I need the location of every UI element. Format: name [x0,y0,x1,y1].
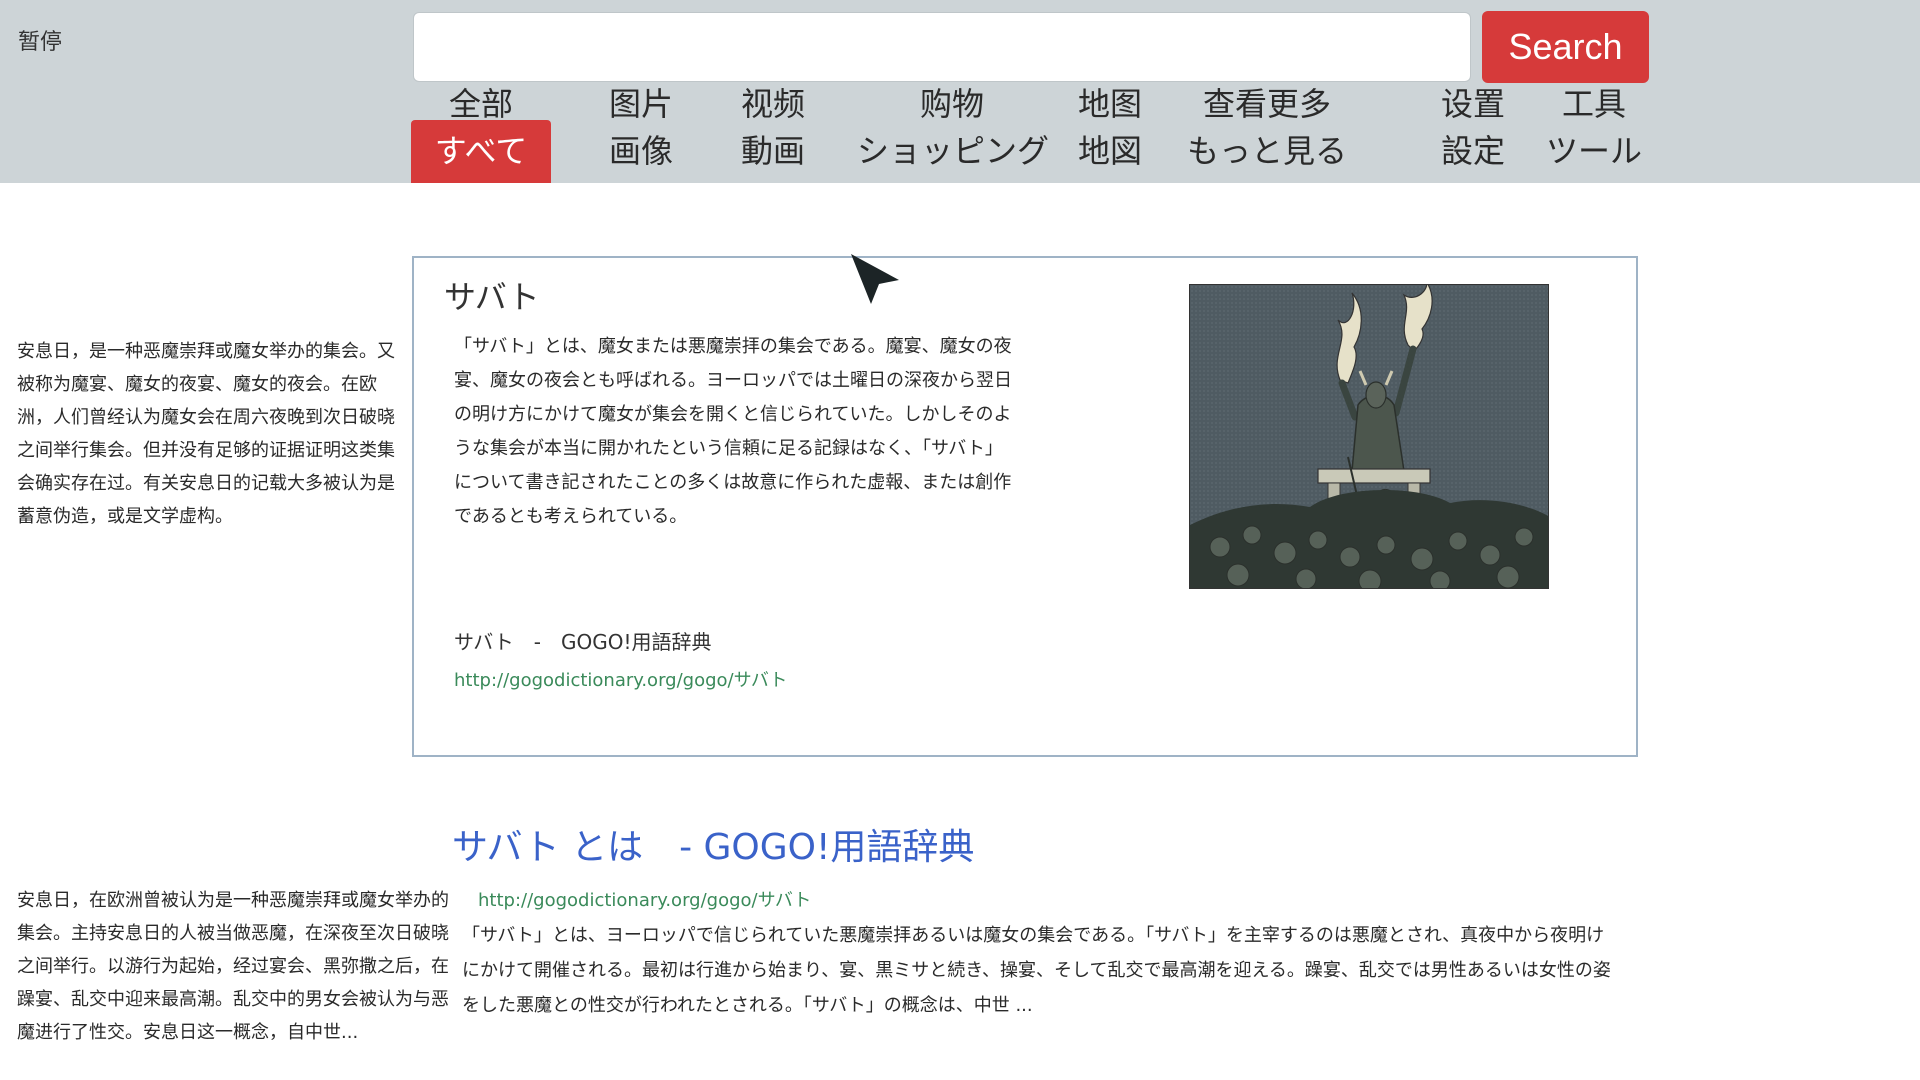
tab-maps[interactable]: 地图 地図 [1062,84,1158,183]
search-input[interactable] [413,12,1471,82]
tab-shopping[interactable]: 购物 ショッピング [857,84,1050,183]
tab-label-zh: 视频 [740,85,805,123]
card-image[interactable] [1189,284,1549,589]
card-url[interactable]: http://gogodictionary.org/gogo/サバト [454,666,787,692]
tab-label-zh: 购物 [919,85,984,123]
sabbath-illustration [1190,285,1548,588]
tab-tools[interactable]: 工具 ツール [1540,84,1648,183]
subtitle-zh-2: 安息日，在欧洲曾被认为是一种恶魔崇拜或魔女举办的集会。主持安息日的人被当做恶魔，… [17,890,449,1043]
tab-all[interactable]: 全部 すべて [411,84,551,183]
mouse-cursor-icon [851,254,899,304]
tab-label-ja: ツール [1545,132,1642,170]
tab-label-zh: 设置 [1440,85,1505,123]
knowledge-card: サバト 「サバト」とは、魔女または悪魔崇拝の集会である。魔宴、魔女の夜宴、魔女の… [412,256,1638,757]
tab-label-zh: 全部 [448,85,513,123]
card-source: サバト - GOGO!用語辞典 [454,630,712,654]
tab-label-ja: 動画 [740,132,805,170]
tab-label-zh: 查看更多 [1202,85,1331,123]
tab-label-zh: 图片 [608,85,673,123]
tab-label-ja: もっと見る [1186,132,1347,170]
card-description: 「サバト」とは、魔女または悪魔崇拝の集会である。魔宴、魔女の夜宴、魔女の夜会とも… [454,336,1012,527]
tab-label-zh: 工具 [1561,85,1626,123]
tab-label-zh: 地图 [1077,85,1142,123]
tab-settings[interactable]: 设置 設定 [1424,84,1522,183]
tab-videos[interactable]: 视频 動画 [723,84,823,183]
pause-label: 暂停 [18,30,63,55]
card-title: サバト [444,278,540,316]
tab-label-ja: 地図 [1077,132,1142,170]
tab-images[interactable]: 图片 画像 [591,84,691,183]
result-title-link[interactable]: サバト とは - GOGO!用語辞典 [452,818,974,870]
result-url[interactable]: http://gogodictionary.org/gogo/サバト [478,886,811,912]
tab-label-ja: すべて [411,120,551,183]
tab-label-ja: 画像 [608,132,673,170]
search-button[interactable]: Search [1482,11,1649,83]
tab-label-ja: ショッピング [857,132,1050,170]
tab-more[interactable]: 查看更多 もっと見る [1183,84,1351,183]
tab-label-ja: 設定 [1440,132,1505,170]
result-snippet: 「サバト」とは、ヨーロッパで信じられていた悪魔崇拝あるいは魔女の集会である。「サ… [462,925,1611,1016]
subtitle-zh-1: 安息日，是一种恶魔崇拜或魔女举办的集会。又被称为魔宴、魔女的夜宴、魔女的夜会。在… [17,341,395,527]
